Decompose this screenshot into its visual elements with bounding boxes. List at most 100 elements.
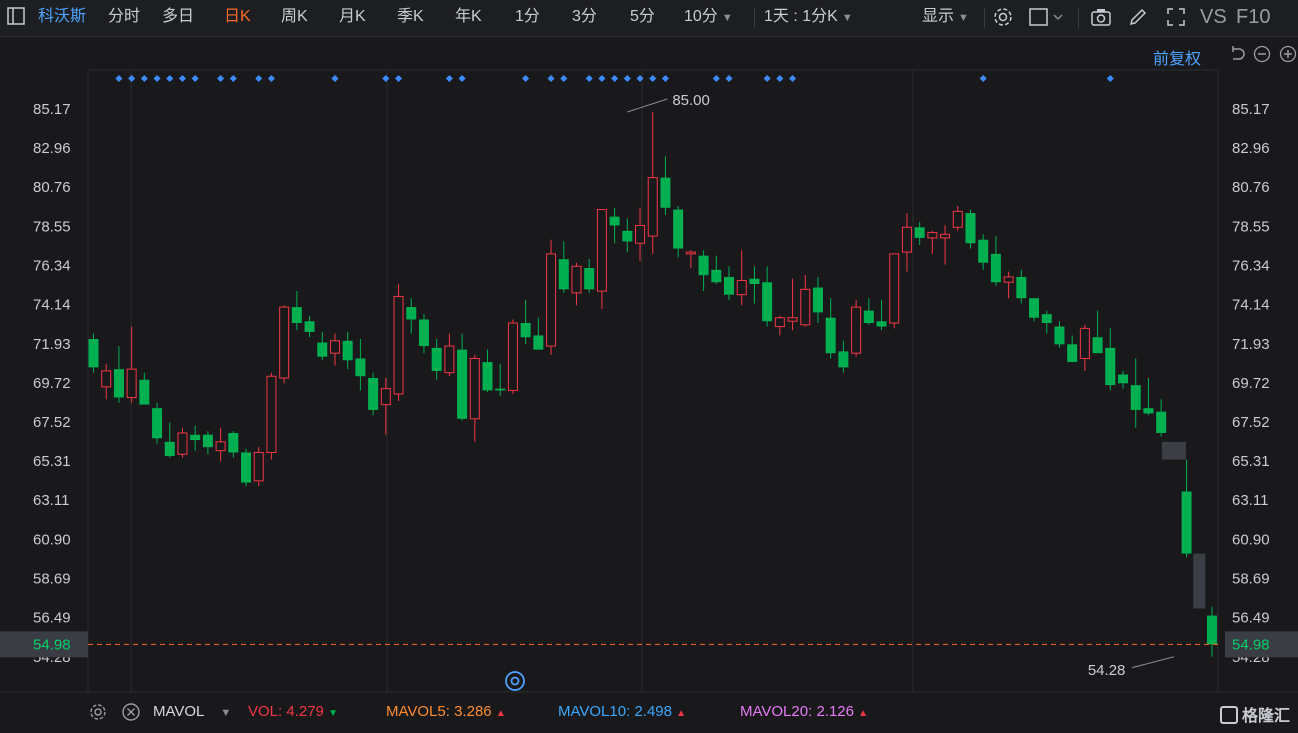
close-icon[interactable] xyxy=(121,702,141,722)
candle xyxy=(279,305,290,384)
toolbar: 科沃斯 分时 多日 日K 周K 月K 季K 年K 1分 3分 5分 10分 ▼ 1… xyxy=(0,0,1298,37)
y-tick-label-right: 76.34 xyxy=(1232,258,1270,275)
tab-1min[interactable]: 1分 xyxy=(515,6,540,28)
event-marker xyxy=(789,74,797,83)
candle xyxy=(177,427,188,458)
candle xyxy=(520,299,531,345)
candle-body xyxy=(393,295,404,395)
vs-button[interactable]: VS xyxy=(1200,6,1227,28)
candle-body xyxy=(317,342,328,357)
candle xyxy=(317,331,328,361)
candle-body xyxy=(1181,491,1192,554)
display-menu[interactable]: 显示 ▼ xyxy=(922,6,969,28)
f10-button[interactable]: F10 xyxy=(1236,6,1270,28)
fullscreen-icon[interactable] xyxy=(1165,6,1187,28)
candle xyxy=(393,284,404,402)
event-marker xyxy=(140,74,148,83)
candle-body xyxy=(647,177,658,237)
y-tick-label-right: 78.55 xyxy=(1232,218,1270,235)
chevron-down-icon: ▼ xyxy=(958,12,969,24)
candle xyxy=(622,218,633,253)
candle xyxy=(126,326,137,403)
event-marker xyxy=(395,74,403,83)
candle xyxy=(774,315,785,336)
candle xyxy=(647,112,658,254)
tab-quarterly-k[interactable]: 季K xyxy=(397,6,424,28)
candle-body xyxy=(596,209,607,292)
candle-body xyxy=(279,306,290,379)
candle-body xyxy=(584,268,595,290)
candle xyxy=(1029,298,1040,322)
candle-body xyxy=(520,323,531,338)
candle-body xyxy=(1016,276,1027,299)
tab-monthly-k[interactable]: 月K xyxy=(339,6,366,28)
candle xyxy=(800,275,811,327)
event-marker xyxy=(598,74,606,83)
y-tick-label-left: 69.72 xyxy=(33,375,71,392)
tab-weekly-k[interactable]: 周K xyxy=(281,6,308,28)
event-marker xyxy=(1106,74,1114,83)
event-marker xyxy=(382,74,390,83)
event-marker xyxy=(649,74,657,83)
sidebar-toggle-icon[interactable] xyxy=(6,6,28,28)
vol-value: 4.279 xyxy=(286,703,324,720)
current-price-label-right: 54.98 xyxy=(1232,636,1270,653)
event-marker xyxy=(229,74,237,83)
candle-body xyxy=(482,362,493,391)
tab-10min-label: 10分 xyxy=(684,8,718,25)
event-marker xyxy=(217,74,225,83)
max-leader-line xyxy=(627,98,668,113)
up-triangle-icon: ▲ xyxy=(495,708,506,719)
candle xyxy=(164,422,175,458)
candle xyxy=(1016,269,1027,304)
candle-body xyxy=(978,239,989,263)
tab-3min[interactable]: 3分 xyxy=(572,6,597,28)
interval-select[interactable]: 1天 : 1分K ▼ xyxy=(764,6,853,28)
tab-intraday[interactable]: 分时 xyxy=(108,6,140,28)
candle xyxy=(965,209,976,249)
candle xyxy=(495,363,506,396)
up-triangle-icon: ▲ xyxy=(676,708,687,719)
candle xyxy=(329,333,340,366)
candle-body xyxy=(1067,344,1078,363)
gear-icon[interactable] xyxy=(992,6,1014,28)
candle-body xyxy=(1193,553,1206,609)
candle-body xyxy=(228,432,239,453)
candle-body xyxy=(1003,276,1014,283)
candle-body xyxy=(673,209,684,249)
event-marker xyxy=(191,74,199,83)
candle-body xyxy=(126,368,137,399)
tab-daily-k[interactable]: 日K xyxy=(224,6,251,28)
tab-multiday[interactable]: 多日 xyxy=(162,6,194,28)
stock-name[interactable]: 科沃斯 xyxy=(38,6,86,28)
y-tick-label-left: 71.93 xyxy=(33,336,71,353)
event-marker xyxy=(166,74,174,83)
candle-body xyxy=(406,307,417,320)
candle-body xyxy=(812,287,823,313)
candle-body xyxy=(990,253,1001,283)
tab-5min[interactable]: 5分 xyxy=(630,6,655,28)
mavol10-value: 2.498 xyxy=(634,703,672,720)
candle xyxy=(584,259,595,293)
layout-square-icon[interactable] xyxy=(1028,6,1068,28)
candle xyxy=(1206,606,1217,657)
y-tick-label-right: 82.96 xyxy=(1232,140,1270,157)
gear-icon[interactable] xyxy=(88,702,108,722)
tab-yearly-k[interactable]: 年K xyxy=(455,6,482,28)
y-tick-label-left: 60.90 xyxy=(33,531,71,548)
candle xyxy=(266,372,277,460)
at-icon[interactable] xyxy=(504,670,526,692)
indicator-name[interactable]: MAVOL ▼ xyxy=(153,703,231,720)
candle-body xyxy=(685,251,696,255)
pencil-icon[interactable] xyxy=(1127,6,1149,28)
up-triangle-icon: ▲ xyxy=(858,708,869,719)
candle xyxy=(1067,335,1078,363)
candle xyxy=(406,298,417,334)
tab-10min[interactable]: 10分 ▼ xyxy=(684,6,733,28)
camera-icon[interactable] xyxy=(1090,6,1112,28)
candle xyxy=(101,363,112,400)
logo-text: 格隆汇 xyxy=(1241,708,1290,725)
candle-body xyxy=(177,432,188,455)
candle xyxy=(914,221,925,246)
candlestick-chart[interactable]: 85.17 85.17 82.96 82.96 80.76 80.76 78.55 78.55… xyxy=(0,36,1298,696)
